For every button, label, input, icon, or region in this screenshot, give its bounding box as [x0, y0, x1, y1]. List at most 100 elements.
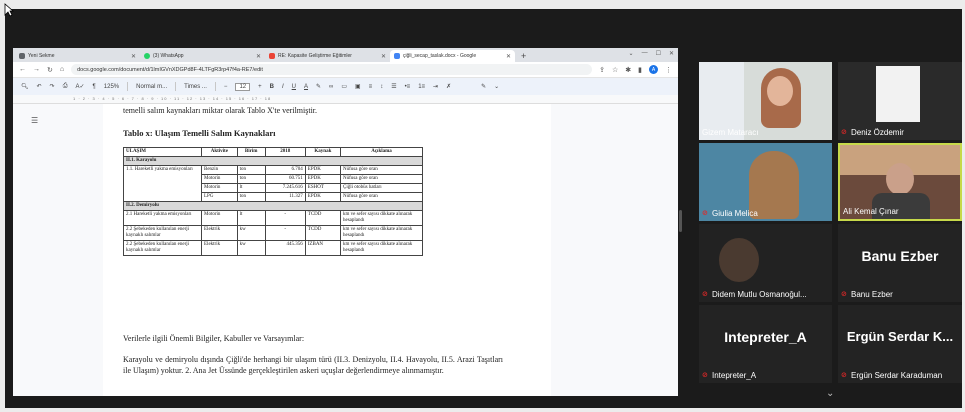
whatsapp-icon [144, 53, 150, 59]
participant-display-name: Intepreter_A [724, 329, 807, 345]
close-tab-icon[interactable]: ✕ [131, 53, 136, 60]
bulleted-list-icon[interactable]: •≡ [405, 84, 411, 90]
toolbar-divider [127, 82, 129, 91]
muted-mic-icon: ⊘ [702, 210, 708, 217]
table-header-row: ULAŞIM Aktivite Birim 2018 Kaynak Açıkla… [123, 147, 423, 157]
url-field[interactable]: docs.google.com/document/d/1lmIGVnXDGPd8… [71, 64, 593, 75]
participant-video [719, 238, 759, 282]
participant-name: Ergün Serdar Karaduman [851, 371, 943, 380]
comment-icon[interactable]: ▭ [341, 83, 347, 90]
close-tab-icon[interactable]: ✕ [381, 53, 386, 60]
new-tab-button[interactable]: + [515, 50, 532, 62]
numbered-list-icon[interactable]: 1≡ [418, 84, 425, 90]
document-area: ☰ temelli salım kaynakları miktar olarak… [13, 104, 678, 396]
chevron-down-icon[interactable]: ⌄ [826, 388, 834, 399]
table-row: 2.2 Şebekeden kullanılan enerji kaynaklı… [123, 225, 423, 241]
close-window-icon[interactable]: ✕ [669, 50, 674, 57]
sidebar-icon[interactable]: ▮ [638, 66, 642, 74]
decrease-font-icon[interactable]: − [224, 84, 228, 90]
indent-icon[interactable]: ⇥ [433, 83, 438, 90]
participant-tile[interactable]: Banu Ezber ⊘ Banu Ezber [838, 224, 962, 302]
paint-format-icon[interactable]: ¶ [93, 84, 96, 90]
tab-favicon-icon [19, 53, 25, 59]
undo-icon[interactable]: ↶ [37, 83, 42, 90]
mouse-cursor-icon [4, 3, 14, 17]
participant-tile[interactable]: ⊘ Didem Mutlu Osmanoğul... [699, 224, 832, 302]
participant-tile-active-speaker[interactable]: Ali Kemal Çınar [838, 143, 962, 221]
bookmark-star-icon[interactable]: ☆ [612, 66, 618, 74]
emissions-table: ULAŞIM Aktivite Birim 2018 Kaynak Açıkla… [123, 147, 423, 256]
link-icon[interactable]: ∞ [329, 84, 333, 90]
profile-avatar[interactable]: A [649, 65, 658, 74]
minimize-icon[interactable]: — [642, 50, 648, 57]
browser-tab-active[interactable]: çiğli_secap_taslak.docx - Google ✕ [390, 50, 515, 62]
participant-tile[interactable]: ⊘ Giulia Melica [699, 143, 832, 221]
toolbar-divider [175, 82, 177, 91]
forward-icon[interactable]: → [33, 66, 40, 73]
line-spacing-icon[interactable]: ↕ [380, 84, 383, 90]
style-select[interactable]: Normal m... [136, 84, 167, 90]
table-row: 2.1 Hareketli yakma emisyonları Motorin … [123, 210, 423, 226]
participant-display-name: Banu Ezber [861, 248, 939, 264]
print-icon[interactable]: ⎙ [63, 83, 68, 90]
participant-name: Gizem Mataracı [702, 128, 759, 137]
font-size-input[interactable]: 12 [235, 82, 251, 91]
google-docs-icon [394, 53, 400, 59]
scrollbar-handle[interactable] [679, 210, 682, 232]
screen: Yeni Sekme ✕ (3) WhatsApp ✕ RE: Kapasite… [0, 0, 965, 412]
participant-video [767, 76, 793, 106]
shared-screen-browser: Yeni Sekme ✕ (3) WhatsApp ✕ RE: Kapasite… [13, 48, 678, 396]
close-tab-icon[interactable]: ✕ [506, 53, 511, 60]
intro-line: temelli salım kaynakları miktar olarak T… [123, 106, 318, 115]
expand-toolbar-icon[interactable]: ⌄ [494, 83, 499, 90]
tab-bar: Yeni Sekme ✕ (3) WhatsApp ✕ RE: Kapasite… [13, 48, 678, 62]
maximize-icon[interactable]: ☐ [656, 50, 661, 57]
extensions-icon[interactable]: ✱ [625, 66, 631, 74]
table-row: 2.2 Şebekeden kullanılan enerji kaynaklı… [123, 240, 423, 256]
italic-icon[interactable]: I [282, 84, 284, 90]
checklist-icon[interactable]: ☰ [391, 83, 396, 90]
participant-tile[interactable]: Gizem Mataracı [699, 62, 832, 140]
participant-name: Ali Kemal Çınar [843, 207, 899, 216]
participant-tile[interactable]: Ergün Serdar K... ⊘ Ergün Serdar Karaduma… [838, 305, 962, 383]
underline-icon[interactable]: U [292, 84, 296, 90]
more-menu-icon[interactable]: ⋮ [665, 66, 672, 74]
participant-name: Didem Mutlu Osmanoğul... [712, 290, 807, 299]
participant-tile[interactable]: ⊘ Deniz Özdemir [838, 62, 962, 140]
participant-name: Giulia Melica [712, 209, 758, 218]
browser-tab[interactable]: RE: Kapasite Geliştirme Eğitimler ✕ [265, 50, 390, 62]
back-icon[interactable]: ← [19, 66, 26, 73]
table-row: 1.1. Hareketli yakma emisyonları Benzin … [123, 165, 423, 202]
font-select[interactable]: Times ... [184, 84, 207, 90]
muted-mic-icon: ⊘ [841, 291, 847, 298]
image-icon[interactable]: ▣ [355, 83, 361, 90]
browser-tab[interactable]: (3) WhatsApp ✕ [140, 50, 265, 62]
spellcheck-icon[interactable]: A✓ [76, 83, 85, 90]
redo-icon[interactable]: ↷ [50, 83, 55, 90]
document-page[interactable]: temelli salım kaynakları miktar olarak T… [103, 104, 551, 396]
participant-tile[interactable]: Intepreter_A ⊘ Intepreter_A [699, 305, 832, 383]
close-tab-icon[interactable]: ✕ [256, 53, 261, 60]
clear-format-icon[interactable]: ✗ [446, 83, 451, 90]
docs-toolbar: 🔍︎ ↶ ↷ ⎙ A✓ ¶ 125% Normal m... Times ...… [13, 78, 678, 95]
browser-tab[interactable]: Yeni Sekme ✕ [15, 50, 140, 62]
muted-mic-icon: ⊘ [702, 372, 708, 379]
reload-icon[interactable]: ↻ [47, 66, 53, 74]
ruler: 1 · 2 · 3 · 4 · 5 · 6 · 7 · 8 · 9 · 10 ·… [13, 95, 678, 104]
edit-mode-icon[interactable]: ✎ [481, 83, 486, 90]
gmail-icon [269, 53, 275, 59]
align-icon[interactable]: ≡ [369, 84, 373, 90]
home-icon[interactable]: ⌂ [60, 66, 64, 73]
bold-icon[interactable]: B [270, 84, 274, 90]
assumptions-paragraph: Karayolu ve demiryolu dışında Çiğli'de h… [123, 355, 503, 375]
share-icon[interactable]: ⇪ [599, 66, 605, 74]
highlight-icon[interactable]: ✎ [316, 83, 321, 90]
search-menus-icon[interactable]: 🔍︎ [21, 83, 29, 90]
outline-icon[interactable]: ☰ [31, 116, 38, 125]
increase-font-icon[interactable]: + [258, 84, 262, 90]
table-row: II.2. Demiryolu [123, 201, 423, 211]
zoom-select[interactable]: 125% [104, 84, 119, 90]
assumptions-heading: Verilerle ilgili Önemli Bilgiler, Kabull… [123, 334, 305, 343]
text-color-icon[interactable]: A [304, 84, 308, 90]
tab-search-icon[interactable]: ⌄ [629, 50, 634, 57]
